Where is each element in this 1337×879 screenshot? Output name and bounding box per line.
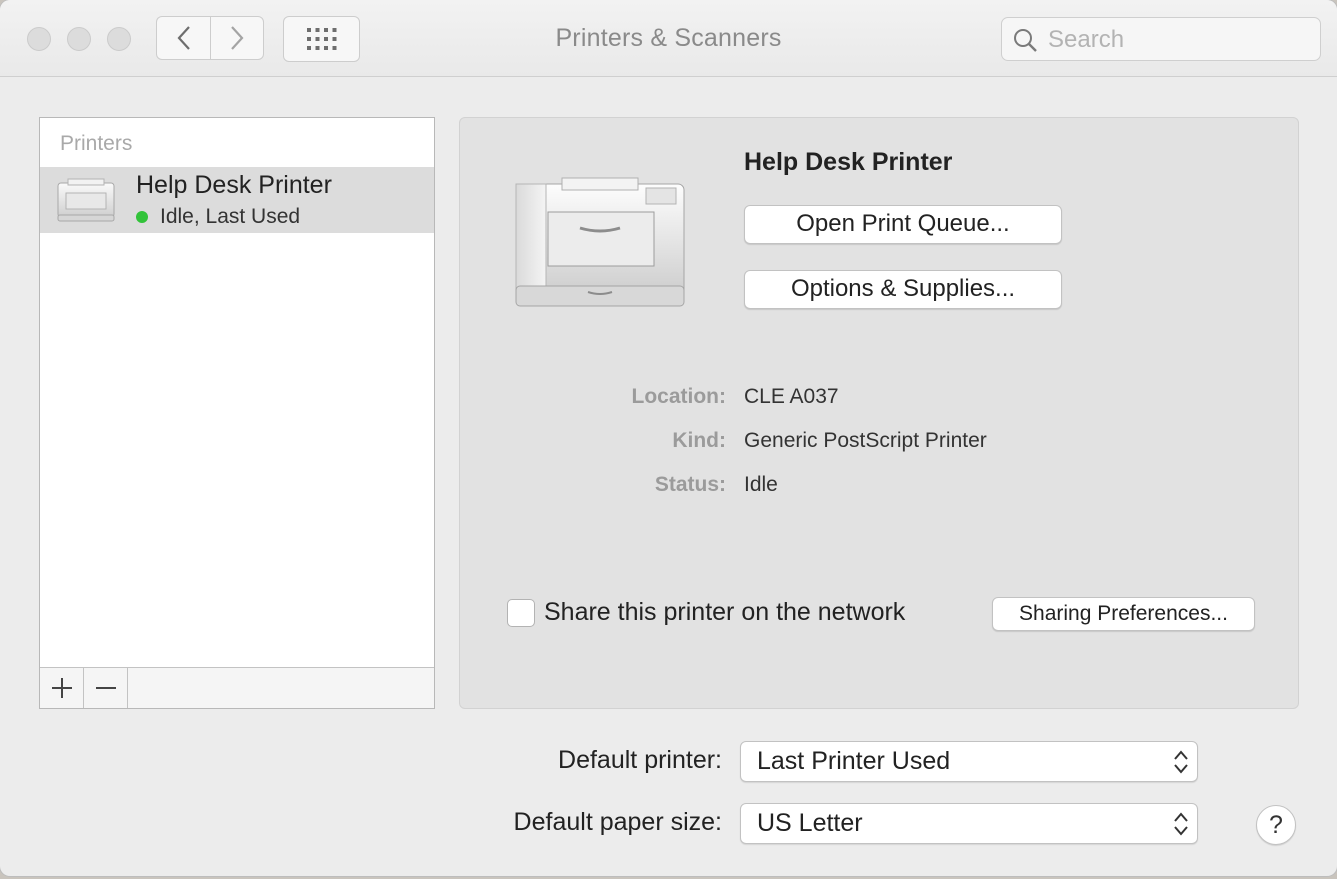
default-printer-label: Default printer: [558, 746, 722, 774]
updown-chevron-icon [1174, 812, 1188, 836]
plus-icon [51, 678, 72, 698]
printer-list-header: Printers [60, 132, 133, 155]
printer-list: Printers Help Desk Printer Idle, Last Us… [39, 117, 435, 709]
printer-detail-panel: Help Desk Printer Open Print Queue... Op… [459, 117, 1299, 709]
location-label: Location: [631, 385, 727, 408]
search-field[interactable] [1001, 17, 1321, 61]
printer-list-item-status-text: Idle, Last Used [160, 205, 301, 228]
options-supplies-button[interactable]: Options & Supplies... [744, 270, 1062, 309]
add-printer-button[interactable] [40, 668, 84, 708]
updown-chevron-icon [1174, 750, 1188, 774]
status-dot-icon [136, 211, 148, 223]
printer-large-icon [512, 176, 688, 317]
remove-printer-button[interactable] [84, 668, 128, 708]
kind-value: Generic PostScript Printer [744, 429, 987, 452]
default-paper-size-value: US Letter [757, 809, 863, 837]
help-button[interactable]: ? [1256, 805, 1296, 845]
titlebar: Printers & Scanners [0, 0, 1337, 77]
printers-scanners-window: Printers & Scanners Printers [0, 0, 1337, 876]
printer-list-footer [40, 667, 434, 708]
location-value: CLE A037 [744, 385, 839, 408]
printer-list-item[interactable]: Help Desk Printer Idle, Last Used [40, 167, 434, 233]
printer-list-item-status: Idle, Last Used [136, 205, 300, 229]
printer-icon [56, 177, 116, 228]
status-value: Idle [744, 473, 778, 496]
share-printer-checkbox[interactable] [507, 599, 535, 627]
default-printer-value: Last Printer Used [757, 747, 951, 775]
printer-list-item-name: Help Desk Printer [136, 171, 332, 199]
kind-label: Kind: [672, 429, 726, 452]
open-print-queue-button[interactable]: Open Print Queue... [744, 205, 1062, 244]
default-paper-size-select[interactable]: US Letter [740, 803, 1198, 844]
search-icon [1014, 29, 1037, 52]
search-input[interactable] [1046, 24, 1310, 56]
printer-name-heading: Help Desk Printer [744, 148, 953, 176]
minus-icon [95, 687, 116, 689]
status-label: Status: [654, 473, 726, 496]
sharing-preferences-button[interactable]: Sharing Preferences... [992, 597, 1255, 631]
default-paper-size-label: Default paper size: [513, 808, 722, 836]
default-printer-select[interactable]: Last Printer Used [740, 741, 1198, 782]
share-printer-label[interactable]: Share this printer on the network [544, 598, 905, 627]
